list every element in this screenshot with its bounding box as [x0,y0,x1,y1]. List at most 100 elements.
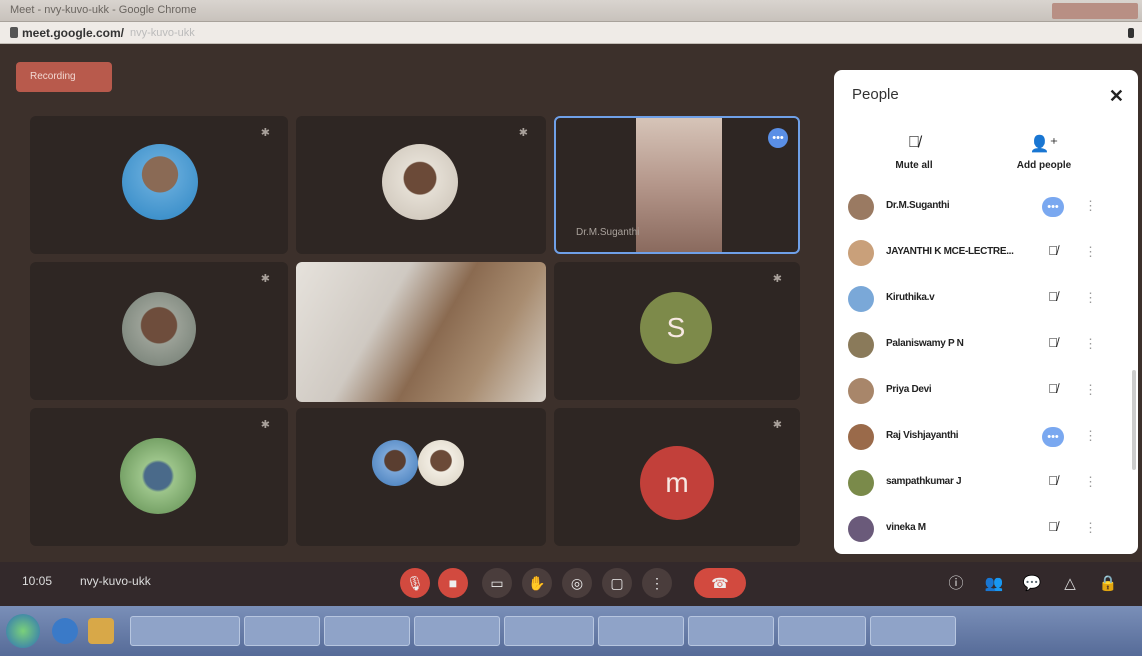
add-person-icon: 👤⁺ [1029,136,1059,153]
panel-title: People [852,86,899,103]
participant-row[interactable]: JAYANTHI K MCE-LECTRE... 🎙̸ ⋮ [834,230,1134,276]
meeting-control-bar: 10:05 nvy-kuvo-ukk 🎙 ■ ▭ ✋ ◎ ▢ ⋮ ☎ ⓘ 👥 💬… [0,562,1142,606]
taskbar-item[interactable] [504,616,594,646]
taskbar-item[interactable] [598,616,684,646]
avatar [848,424,874,450]
avatar [848,286,874,312]
mic-off-icon: ✱ [772,273,782,285]
mic-off-icon: 🎙̸ [1048,473,1058,488]
mic-off-icon: ✱ [260,273,270,285]
speaking-indicator-icon: ••• [1042,427,1064,447]
mic-off-icon: 🎙̸ [1048,335,1058,350]
more-options-icon[interactable]: ⋮ [1084,198,1097,214]
participant-tile[interactable] [296,408,546,546]
participant-tile[interactable]: ✱ [30,408,288,546]
window-title: Meet - nvy-kuvo-ukk - Google Chrome [10,4,197,16]
taskbar-item[interactable] [130,616,240,646]
mic-toggle-button[interactable]: 🎙 [400,568,430,598]
meeting-time: 10:05 [22,574,53,588]
browser-menu-icon[interactable] [1128,28,1134,38]
taskbar-item[interactable] [244,616,320,646]
speaking-indicator-icon: ••• [768,128,788,148]
avatar-letter: S [640,292,712,364]
meeting-stage: Recording ✱ ✱ ••• Dr.M.Suganthi ✱ ✱ S ✱ [0,44,1142,606]
system-tray[interactable] [964,616,1134,646]
address-bar[interactable]: meet.google.com/ nvy-kuvo-ukk [0,22,1142,44]
mic-off-icon: 🎙̸ [1048,243,1058,258]
media-player-icon[interactable] [88,618,114,644]
participant-row[interactable]: Priya Devi 🎙̸ ⋮ [834,368,1134,414]
avatar [382,144,458,220]
avatar-letter: m [640,446,714,520]
start-button[interactable] [6,614,40,648]
activities-icon[interactable]: △ [1058,572,1082,596]
mic-off-icon: 🎙̸ [908,134,920,151]
mic-off-icon: ✱ [260,127,270,139]
participant-name: vineka M [886,522,926,533]
captions-button[interactable]: ▭ [482,568,512,598]
participant-tile[interactable]: ✱ m [554,408,800,546]
activities-button[interactable]: ▢ [602,568,632,598]
participant-row[interactable]: Palaniswamy P N 🎙̸ ⋮ [834,322,1134,368]
participant-tile[interactable]: ✱ [296,116,546,254]
taskbar-item[interactable] [870,616,956,646]
mute-all-label: Mute all [895,160,933,171]
recording-badge: Recording [16,62,112,92]
mic-off-icon: 🎙̸ [1048,519,1058,534]
participant-row[interactable]: vineka M 🎙̸ ⋮ [834,506,1134,552]
more-options-icon[interactable]: ⋮ [1084,336,1097,352]
participant-name: Palaniswamy P N [886,338,964,349]
participant-name: Kiruthika.v [886,292,935,303]
speaking-indicator-icon: ••• [1042,197,1064,217]
participant-name: Dr.M.Suganthi [576,227,640,238]
url-path: nvy-kuvo-ukk [130,27,195,39]
taskbar-item[interactable] [324,616,410,646]
leave-call-button[interactable]: ☎ [694,568,746,598]
os-taskbar [0,606,1142,656]
info-icon[interactable]: ⓘ [944,572,968,596]
participant-tile-active[interactable]: ••• Dr.M.Suganthi [554,116,800,254]
host-controls-icon[interactable]: 🔒 [1096,572,1120,596]
people-icon[interactable]: 👥 [982,572,1006,596]
participant-video [296,262,546,402]
participant-tile[interactable]: ✱ [30,262,288,400]
ie-browser-icon[interactable] [52,618,78,644]
more-options-icon[interactable]: ⋮ [1084,428,1097,444]
participant-tile[interactable]: ✱ [30,116,288,254]
participant-row[interactable]: Raj Vishjayanthi ••• ⋮ [834,414,1134,460]
more-options-icon[interactable]: ⋮ [1084,520,1097,536]
mute-all-button[interactable]: 🎙̸ Mute all [874,134,954,171]
more-options-icon[interactable]: ⋮ [1084,244,1097,260]
taskbar-item[interactable] [778,616,866,646]
url-host: meet.google.com/ [22,26,125,40]
participant-tile[interactable] [296,262,546,402]
more-options-icon[interactable]: ⋮ [1084,382,1097,398]
more-options-icon[interactable]: ⋮ [1084,474,1097,490]
participant-row[interactable]: sampathkumar J 🎙̸ ⋮ [834,460,1134,506]
avatar [120,438,196,514]
close-icon[interactable]: ✕ [1109,86,1124,107]
participant-name: JAYANTHI K MCE-LECTRE... [886,246,1014,257]
participant-name: Dr.M.Suganthi [886,200,950,211]
participant-name: Raj Vishjayanthi [886,430,959,441]
taskbar-item[interactable] [414,616,500,646]
raise-hand-button[interactable]: ✋ [522,568,552,598]
add-people-button[interactable]: 👤⁺ Add people [1004,134,1084,171]
more-options-icon[interactable]: ⋮ [1084,290,1097,306]
avatar [848,194,874,220]
avatar [848,516,874,542]
participant-tile[interactable]: ✱ S [554,262,800,400]
mic-off-icon: ✱ [260,419,270,431]
participant-row[interactable]: Kiruthika.v 🎙̸ ⋮ [834,276,1134,322]
window-controls[interactable] [1052,3,1138,19]
participant-row[interactable]: Dr.M.Suganthi ••• ⋮ [834,184,1134,230]
taskbar-item[interactable] [688,616,774,646]
present-button[interactable]: ◎ [562,568,592,598]
avatar [372,440,418,486]
camera-toggle-button[interactable]: ■ [438,568,468,598]
panel-scrollbar[interactable] [1132,370,1136,470]
more-options-button[interactable]: ⋮ [642,568,672,598]
chat-icon[interactable]: 💬 [1020,572,1044,596]
mic-off-icon: 🎙̸ [1048,381,1058,396]
mic-off-icon: ✱ [518,127,528,139]
